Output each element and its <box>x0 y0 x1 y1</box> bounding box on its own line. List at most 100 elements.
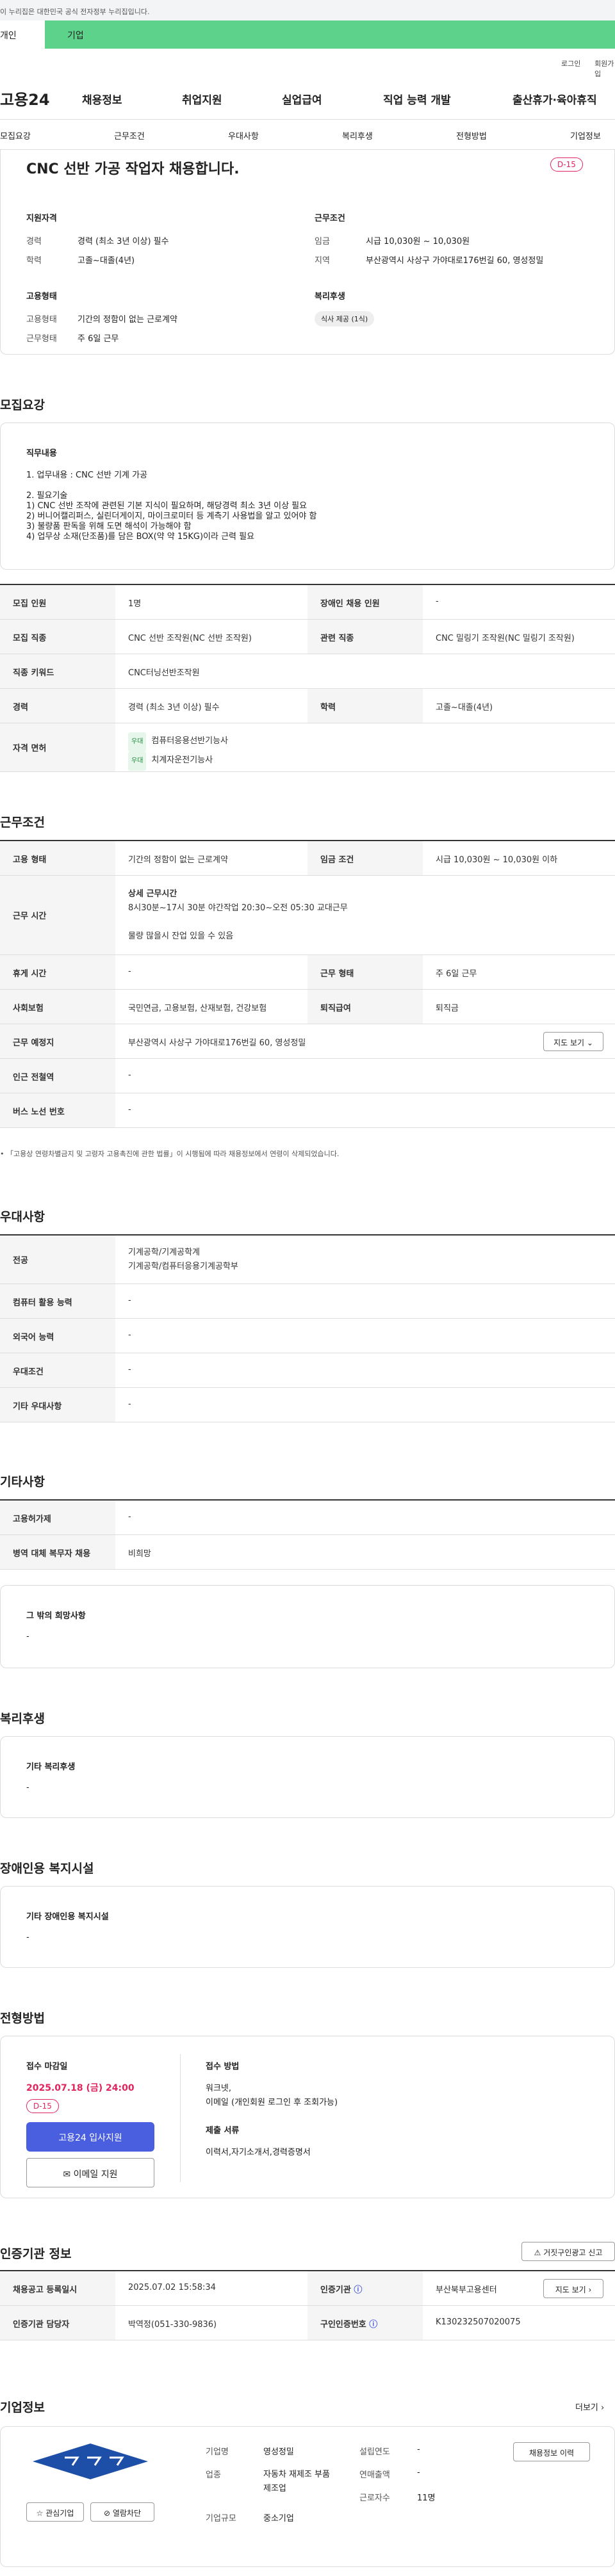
deadline-label: 접수 마감일 <box>26 2062 68 2072</box>
th: 장애인 채용 인원 <box>308 585 423 619</box>
etc-table: 고용허가제 - 병역 대체 복무자 채용 비희망 <box>0 1499 615 1570</box>
pref-badge: 우대 <box>128 752 147 771</box>
td: - <box>128 1070 131 1080</box>
help-icon[interactable]: ⓘ <box>354 2285 362 2295</box>
gnb-unemployment[interactable]: 실업급여 <box>282 91 322 107</box>
agency-map-button[interactable]: 지도 보기 › <box>543 2279 603 2298</box>
th: 고용허가제 <box>0 1501 115 1534</box>
th: 관련 직종 <box>308 620 423 654</box>
th: 채용공고 등록일시 <box>0 2271 115 2305</box>
tab-person[interactable]: 개인 <box>0 20 45 49</box>
subnav-recruit[interactable]: 모집요강 <box>0 129 31 141</box>
join-link[interactable]: 회원가입 <box>594 58 615 79</box>
deadline-value: 2025.07.18 (금) 24:00 <box>26 2083 135 2093</box>
td: - <box>128 1399 131 1409</box>
size-label: 기업규모 <box>206 2514 236 2524</box>
th: 사회보험 <box>0 990 115 1024</box>
td: CNC터닝선반조작원 <box>128 668 200 678</box>
td: 고졸~대졸(4년) <box>436 703 493 712</box>
gnb-leave[interactable]: 출산휴가·육아휴직 <box>512 91 597 107</box>
map-button[interactable]: 지도 보기 ⌄ <box>543 1032 603 1051</box>
warning-icon: ⚠ <box>534 2248 544 2257</box>
method-value-1: 워크넷, <box>206 2084 232 2093</box>
history-button[interactable]: 채용정보 이력 <box>513 2442 590 2461</box>
age-note: • 「고용상 연령차별금지 및 고령자 고용촉진에 관한 법률」이 시행됨에 따… <box>0 1150 340 1158</box>
td: - <box>128 1105 131 1115</box>
td: K130232507020075 <box>436 2317 521 2327</box>
subnav-company[interactable]: 기업정보 <box>570 129 601 141</box>
chevron-right-icon: › <box>588 2285 592 2294</box>
td: 기간의 정함이 없는 근로계약 <box>128 855 228 865</box>
td: 시급 10,030원 ~ 10,030원 이하 <box>436 855 558 865</box>
td: CNC 밀링기 조작원(NC 밀링기 조작원) <box>436 634 575 643</box>
emp-title: 고용형태 <box>26 292 57 302</box>
td: - <box>128 1512 131 1522</box>
subnav-pref[interactable]: 우대사항 <box>228 129 259 141</box>
td: CNC 선반 조작원(NC 선반 조작원) <box>128 634 252 643</box>
th: 학력 <box>308 689 423 723</box>
td: 경력 (최소 3년 이상) 필수 <box>128 703 220 712</box>
td: - <box>128 1330 131 1340</box>
pref-heading: 우대사항 <box>0 1210 45 1224</box>
cond-title: 근무조건 <box>315 214 345 223</box>
th: 모집 직종 <box>0 620 115 654</box>
th: 근무 시간 <box>0 876 115 954</box>
gnb-employment-support[interactable]: 취업지원 <box>182 91 222 107</box>
th: 고용 형태 <box>0 841 115 875</box>
agency-table: 채용공고 등록일시 2025.07.02 15:58:34 인증기관 ⓘ 부산북부고용… <box>0 2270 615 2340</box>
td: 1명 <box>128 599 142 609</box>
td: 박역정(051-330-9836) <box>128 2320 217 2330</box>
td: 기계공학/기계공학계 기계공학/컴퓨터응용기계공학부 <box>128 1248 238 1271</box>
td: 퇴직금 <box>436 1004 459 1013</box>
th: 인증기관 ⓘ <box>308 2271 423 2305</box>
welfare-heading: 복리후생 <box>0 1712 45 1726</box>
gnb-jobs[interactable]: 채용정보 <box>82 91 122 107</box>
gnb-training[interactable]: 직업 능력 개발 <box>383 91 451 107</box>
subnav-work[interactable]: 근무조건 <box>114 129 145 141</box>
work-table: 고용 형태 기간의 정함이 없는 근로계약 임금 조건 시급 10,030원 ~ 10… <box>0 840 615 1128</box>
site-logo[interactable]: 고용24 <box>0 87 50 109</box>
td: 국민연금, 고용보험, 산재보험, 건강보험 <box>128 1004 267 1013</box>
email-apply-button[interactable]: ✉ 이메일 지원 <box>26 2158 154 2187</box>
help-icon[interactable]: ⓘ <box>369 2320 377 2330</box>
fav-company-button[interactable]: ☆ 관심기업 <box>26 2502 84 2522</box>
th: 인증기관 담당자 <box>0 2306 115 2340</box>
subnav-process[interactable]: 전형방법 <box>456 129 487 141</box>
th: 전공 <box>0 1236 115 1284</box>
company-more-link[interactable]: 더보기 › <box>575 2401 604 2413</box>
info-icon: • <box>0 1150 6 1158</box>
etc-box-title: 그 밖의 희망사항 <box>26 1611 86 1621</box>
industry-label: 업종 <box>206 2470 221 2480</box>
subnav-welfare[interactable]: 복리후생 <box>342 129 373 141</box>
th: 병역 대체 복무자 채용 <box>0 1535 115 1569</box>
job-desc-box: 직무내용 1. 업무내용 : CNC 선반 기계 가공 2. 필요기술 1) CNC… <box>0 423 615 570</box>
apply-button[interactable]: 고용24 입사지원 <box>26 2122 154 2152</box>
form-label: 근무형태 <box>26 334 57 344</box>
tab-corp[interactable]: 기업 <box>45 20 615 49</box>
company-card: ☆ 관심기업 ⊘ 열람차단 기업명 영성정밀 업종 자동차 재제조 부품 제조업… <box>0 2426 615 2567</box>
career-value: 경력 (최소 3년 이상) 필수 <box>78 237 169 246</box>
th: 임금 조건 <box>308 841 423 875</box>
work-heading: 근무조건 <box>0 816 45 830</box>
revenue-value: - <box>417 2468 420 2477</box>
disab-box: 기타 장애인용 복지시설 - <box>0 1886 615 1968</box>
process-box: 접수 마감일 2025.07.18 (금) 24:00 D-15 고용24 입사… <box>0 2036 615 2198</box>
method-value-2: 이메일 (개인회원 로그인 후 조회가능) <box>206 2098 338 2107</box>
th: 컴퓨터 활용 능력 <box>0 1284 115 1318</box>
th: 경력 <box>0 689 115 723</box>
pref-table: 전공 기계공학/기계공학계 기계공학/컴퓨터응용기계공학부 컴퓨터 활용 능력 - 외… <box>0 1234 615 1422</box>
dday-badge: D-15 <box>550 157 583 172</box>
td: - <box>128 1365 131 1374</box>
etc-heading: 기타사항 <box>0 1475 45 1489</box>
welfare-pill: 식사 제공 (1식) <box>315 311 375 326</box>
td: - <box>128 967 131 976</box>
login-link[interactable]: 로그인 <box>561 58 580 68</box>
area-value: 부산광역시 사상구 가야대로176번길 60, 영성정밀 <box>366 256 544 266</box>
disab-heading: 장애인용 복지시설 <box>0 1862 94 1876</box>
block-button[interactable]: ⊘ 열람차단 <box>90 2502 154 2522</box>
chevron-right-icon: › <box>601 2403 605 2413</box>
th: 인근 전철역 <box>0 1059 115 1093</box>
type-label: 고용형태 <box>26 315 57 325</box>
report-button[interactable]: ⚠ 거짓구인광고 신고 <box>521 2242 615 2261</box>
license-list: 우대 컴퓨터응용선반기능사 우대 치계자운전기능사 <box>115 723 615 771</box>
